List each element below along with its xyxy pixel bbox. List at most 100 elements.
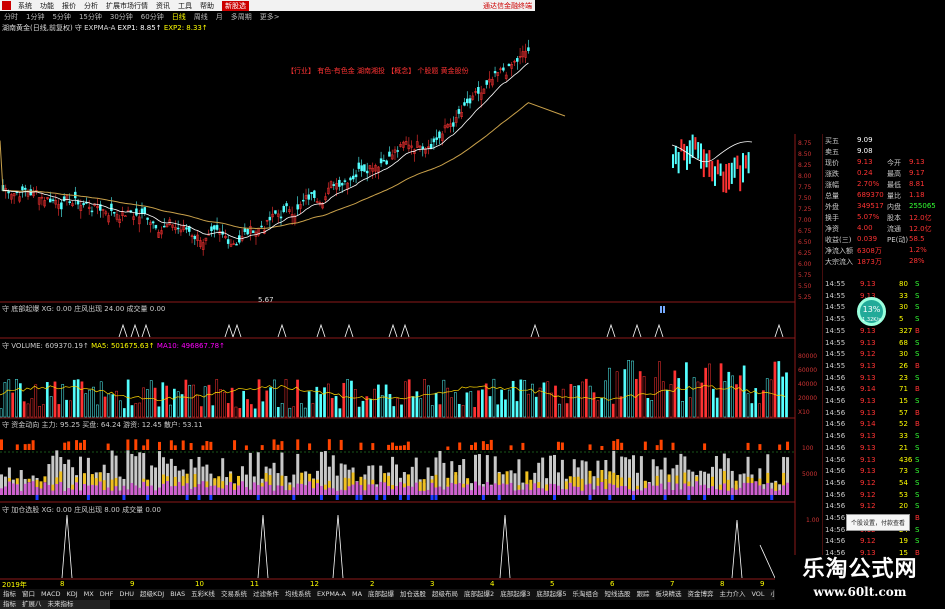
- speed-badge[interactable]: 13% 1.32K/s: [857, 297, 886, 326]
- indicator-tab[interactable]: 五彩K线: [188, 589, 218, 600]
- menu-item-tools[interactable]: 工具: [174, 1, 196, 11]
- volume-bar: [765, 378, 769, 418]
- period-10[interactable]: 更多>: [256, 12, 284, 22]
- flow-col: [485, 482, 489, 495]
- period-4[interactable]: 30分钟: [106, 12, 137, 22]
- indicator-tab[interactable]: DHF: [97, 589, 117, 600]
- indicator-tab[interactable]: EXPMA-A: [314, 589, 349, 600]
- indicator-tab[interactable]: 底部起爆3: [497, 589, 533, 600]
- quote-label: 净流入额: [825, 247, 853, 255]
- candle-body: [379, 158, 383, 164]
- candle-body: [477, 87, 480, 94]
- indicator-tab[interactable]: 跟踪: [633, 589, 652, 600]
- menu-item-market[interactable]: 扩展市场行情: [102, 1, 152, 11]
- period-3[interactable]: 15分钟: [75, 12, 106, 22]
- flow-col: [521, 442, 525, 450]
- status-tab[interactable]: 扩展八: [19, 600, 45, 609]
- candle-body: [697, 142, 700, 159]
- indicator-tab[interactable]: 底部起爆5: [533, 589, 569, 600]
- volume-bar: [673, 370, 677, 418]
- flow-col: [663, 457, 667, 495]
- indicator-tab[interactable]: 底部起爆: [365, 589, 397, 600]
- indicator-tab[interactable]: 交易系统: [218, 589, 250, 600]
- indicator-tab[interactable]: VOL: [748, 589, 767, 600]
- flow-col: [197, 484, 201, 495]
- period-5[interactable]: 60分钟: [137, 12, 168, 22]
- period-8[interactable]: 月: [212, 12, 227, 22]
- menu-item-help[interactable]: 帮助: [196, 1, 218, 11]
- indicator-tab[interactable]: MX: [81, 589, 97, 600]
- candle-body: [527, 47, 530, 51]
- period-0[interactable]: 分时: [0, 12, 22, 22]
- indicator-tab[interactable]: 加仓选股: [397, 589, 429, 600]
- flow-col: [635, 489, 639, 495]
- indicator-tab[interactable]: 指标: [0, 589, 19, 600]
- flow-col: [217, 487, 221, 495]
- flow-col: [209, 495, 213, 500]
- indicator-tab[interactable]: 底部起爆2: [461, 589, 497, 600]
- menu-item-system[interactable]: 系统: [14, 1, 36, 11]
- tick-price: 9.12: [860, 537, 876, 546]
- flow-col: [718, 484, 722, 490]
- volume-bars[interactable]: [0, 360, 788, 418]
- flow-col: [620, 485, 624, 495]
- indicator-tab[interactable]: 窗口: [19, 589, 38, 600]
- volume-bar: [153, 387, 157, 418]
- volume-bar: [230, 387, 234, 418]
- quote-value: 349517: [857, 202, 884, 210]
- status-tab[interactable]: 指标: [0, 600, 19, 609]
- indicator-tab[interactable]: 主力介入: [716, 589, 748, 600]
- flow-col: [300, 472, 304, 484]
- menu-item-function[interactable]: 功能: [36, 1, 58, 11]
- time-axis-label: 12: [310, 580, 319, 588]
- quote-value2: 1.2%: [909, 246, 927, 254]
- volume-bar: [319, 394, 322, 418]
- indicator-tab[interactable]: MACD: [38, 589, 63, 600]
- flow-col: [430, 495, 434, 500]
- flow-col: [292, 495, 296, 500]
- indicator-tab[interactable]: 资金博弈: [684, 589, 716, 600]
- indicator-tab[interactable]: 板块精选: [652, 589, 684, 600]
- period-6[interactable]: 日线: [168, 12, 190, 22]
- tick-volume: 436: [899, 455, 913, 464]
- flow-col: [79, 456, 82, 495]
- indicator-tab[interactable]: MA: [349, 589, 365, 600]
- period-1[interactable]: 1分钟: [22, 12, 48, 22]
- period-2[interactable]: 5分钟: [48, 12, 74, 22]
- menu-item-quote[interactable]: 报价: [58, 1, 80, 11]
- volume-bar: [203, 386, 207, 418]
- tick-side: S: [915, 432, 920, 441]
- period-7[interactable]: 周线: [190, 12, 212, 22]
- tick-volume: 15: [899, 397, 908, 405]
- new-stock-button[interactable]: 新股选: [222, 0, 249, 11]
- indicator-tab[interactable]: 小心点: [768, 589, 775, 600]
- volume-bar: [296, 379, 299, 418]
- indicator-tab[interactable]: 超级布局: [429, 589, 461, 600]
- tick-price: 9.13: [860, 326, 876, 335]
- price-axis-label: 5.50: [798, 283, 812, 290]
- indicator-tab[interactable]: KDJ: [63, 589, 80, 600]
- menu-item-analysis[interactable]: 分析: [80, 1, 102, 11]
- menu-item-news[interactable]: 资讯: [152, 1, 174, 11]
- volume-bar: [519, 379, 523, 418]
- volume-bar: [496, 404, 500, 418]
- indicator-tab[interactable]: 短线选股: [601, 589, 633, 600]
- indicator-tab[interactable]: 均线系统: [282, 589, 314, 600]
- indicator-tab[interactable]: 乐淘组合: [569, 589, 601, 600]
- quote-label: 换手: [825, 214, 839, 222]
- candle-body: [343, 180, 347, 182]
- candle-body: [502, 67, 505, 71]
- flow-col: [185, 473, 189, 484]
- tick-side: B: [915, 420, 920, 429]
- status-tab[interactable]: 未来指标: [45, 600, 77, 609]
- indicator-tab[interactable]: 过滤条件: [250, 589, 282, 600]
- period-9[interactable]: 多周期: [227, 12, 256, 22]
- tick-volume: 33: [899, 432, 908, 441]
- tick-volume: 30: [899, 350, 908, 359]
- indicator-tab[interactable]: 超级KDJ: [137, 589, 167, 600]
- flow-col: [647, 483, 651, 495]
- flow-col: [343, 477, 347, 491]
- candle-body: [683, 143, 686, 161]
- indicator-tab[interactable]: BIAS: [167, 589, 188, 600]
- indicator-tab[interactable]: DHU: [116, 589, 137, 600]
